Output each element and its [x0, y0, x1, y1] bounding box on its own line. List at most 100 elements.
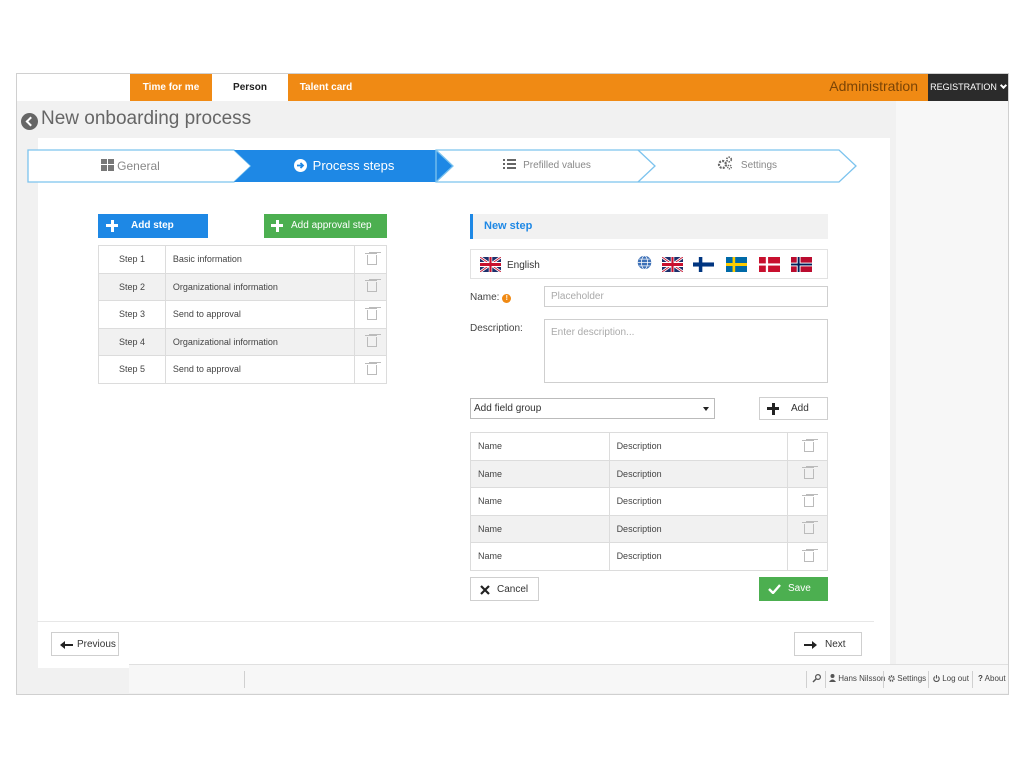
description-textarea[interactable] — [544, 319, 828, 383]
user-link[interactable]: Hans Nilsson — [829, 674, 885, 683]
next-button[interactable]: Next — [794, 632, 862, 656]
trash-icon[interactable] — [364, 334, 377, 348]
name-label-text: Name: — [470, 292, 500, 303]
question-icon: ? — [978, 674, 983, 683]
delete-cell — [787, 514, 828, 543]
denmark-flag-icon[interactable] — [759, 257, 780, 272]
registration-dropdown[interactable]: REGISTRATION — [928, 74, 1008, 101]
delete-cell — [354, 300, 387, 329]
previous-label: Previous — [77, 639, 116, 650]
table-row[interactable]: Name Description — [470, 514, 828, 543]
step-name: Send to approval — [164, 300, 356, 329]
table-row[interactable]: Step 3 Send to approval — [98, 300, 387, 329]
settings-label: Settings — [897, 674, 927, 683]
search-icon[interactable] — [812, 674, 821, 683]
trash-icon[interactable] — [801, 439, 814, 452]
trash-icon[interactable] — [801, 521, 814, 535]
group-description: Description — [608, 514, 789, 543]
divider — [37, 621, 874, 622]
step-name: Basic information — [164, 245, 356, 274]
chevron-down-icon — [999, 81, 1007, 90]
field-groups-table: Name Description Name Description Name D… — [470, 432, 828, 571]
divider — [972, 671, 973, 688]
trash-icon[interactable] — [364, 362, 377, 375]
trash-icon[interactable] — [364, 252, 377, 265]
delete-cell — [354, 245, 387, 274]
trash-icon[interactable] — [801, 494, 814, 507]
table-row[interactable]: Step 2 Organizational information — [98, 272, 387, 301]
user-icon — [829, 674, 836, 682]
settings-link[interactable]: Settings — [888, 674, 926, 683]
table-row[interactable]: Step 5 Send to approval — [98, 355, 387, 384]
step-number: Step 4 — [98, 327, 166, 356]
nav-tab-time-for-me[interactable]: Time for me — [130, 74, 212, 101]
wizard-steps: General Process steps Prefilled values S… — [27, 149, 857, 183]
table-row[interactable]: Step 1 Basic information — [98, 245, 387, 274]
trash-icon[interactable] — [801, 549, 814, 562]
info-icon: ! — [502, 294, 512, 303]
table-row[interactable]: Name Description — [470, 432, 828, 461]
name-input[interactable] — [544, 286, 828, 307]
plus-icon — [106, 220, 118, 232]
new-step-title: New step — [484, 220, 533, 232]
step-number: Step 5 — [98, 355, 166, 384]
wizard-step-prefilled-values[interactable]: Prefilled values — [447, 149, 647, 183]
sweden-flag-icon[interactable] — [726, 257, 747, 272]
logout-link[interactable]: Log out — [933, 674, 969, 683]
add-field-group-button[interactable]: Add — [759, 397, 828, 420]
table-row[interactable]: Step 4 Organizational information — [98, 327, 387, 356]
next-label: Next — [825, 639, 846, 650]
delete-cell — [787, 432, 828, 461]
arrow-circle-right-icon — [293, 159, 307, 172]
cancel-button[interactable]: Cancel — [470, 577, 539, 601]
page-title: New onboarding process — [41, 108, 252, 129]
globe-icon[interactable] — [634, 255, 655, 270]
group-name: Name — [470, 487, 610, 516]
back-arrow-icon[interactable] — [21, 113, 38, 130]
step-name: Organizational information — [164, 272, 356, 301]
plus-icon — [767, 403, 779, 415]
logout-label: Log out — [942, 674, 969, 683]
name-label: Name: ! — [470, 292, 512, 303]
table-row[interactable]: Name Description — [470, 459, 828, 488]
step-number: Step 2 — [98, 272, 166, 301]
add-approval-step-button[interactable]: Add approval step — [264, 214, 387, 238]
arrow-right-icon — [803, 641, 817, 649]
add-approval-step-label: Add approval step — [291, 220, 372, 231]
nav-tab-talent-card[interactable]: Talent card — [288, 74, 364, 101]
about-link[interactable]: ? About — [978, 674, 1006, 683]
trash-icon[interactable] — [801, 466, 814, 480]
delete-cell — [354, 272, 387, 301]
close-icon — [480, 585, 490, 595]
field-group-select[interactable]: Add field group — [470, 398, 715, 419]
uk-flag-icon[interactable] — [662, 257, 683, 272]
language-bar: English — [470, 249, 828, 279]
add-step-button[interactable]: Add step — [98, 214, 208, 238]
group-description: Description — [608, 432, 789, 461]
table-row[interactable]: Name Description — [470, 487, 828, 516]
table-row[interactable]: Name Description — [470, 542, 828, 571]
finland-flag-icon[interactable] — [693, 257, 714, 272]
wizard-step-label: Process steps — [312, 158, 395, 173]
nav-tab-person[interactable]: Person — [212, 74, 288, 101]
wizard-step-general[interactable]: General — [27, 149, 234, 183]
registration-label: REGISTRATION — [930, 82, 997, 92]
trash-icon[interactable] — [364, 279, 377, 293]
wizard-step-label: Prefilled values — [523, 160, 591, 171]
norway-flag-icon[interactable] — [791, 257, 812, 272]
cancel-label: Cancel — [497, 584, 529, 595]
save-button[interactable]: Save — [759, 577, 828, 601]
delete-cell — [787, 459, 828, 488]
previous-button[interactable]: Previous — [51, 632, 119, 656]
about-label: About — [984, 674, 1006, 683]
description-label: Description: — [470, 323, 523, 334]
wizard-step-process-steps[interactable]: Process steps — [241, 149, 447, 183]
group-description: Description — [608, 487, 789, 516]
delete-cell — [787, 542, 828, 571]
top-bar: Time for me Person Talent card Administr… — [17, 74, 1008, 101]
divider — [825, 671, 826, 688]
grid-icon — [101, 159, 115, 171]
group-name: Name — [470, 459, 610, 488]
wizard-step-settings[interactable]: Settings — [652, 149, 842, 183]
trash-icon[interactable] — [364, 307, 377, 320]
